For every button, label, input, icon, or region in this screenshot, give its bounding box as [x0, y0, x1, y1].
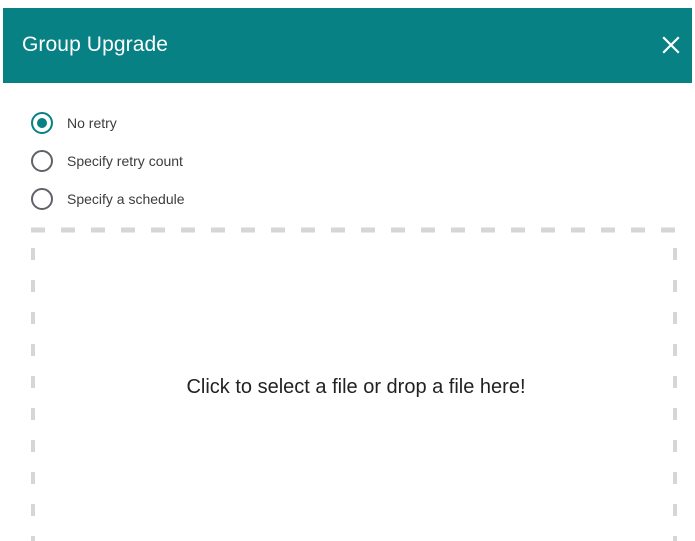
file-dropzone[interactable]: Click to select a file or drop a file he… — [29, 227, 683, 541]
radio-button-unchecked-icon[interactable] — [31, 150, 53, 172]
radio-button-unchecked-icon[interactable] — [31, 188, 53, 210]
radio-option-no-retry[interactable]: No retry — [31, 110, 331, 136]
close-button[interactable] — [661, 35, 681, 55]
radio-label-specify-retry-count: Specify retry count — [67, 153, 183, 169]
radio-label-specify-schedule: Specify a schedule — [67, 191, 185, 207]
radio-option-specify-retry-count[interactable]: Specify retry count — [31, 148, 331, 174]
radio-option-specify-schedule[interactable]: Specify a schedule — [31, 186, 331, 212]
dialog-header: Group Upgrade — [3, 8, 692, 83]
dialog-title: Group Upgrade — [22, 33, 169, 56]
radio-selected-dot — [37, 118, 47, 128]
close-icon — [662, 36, 680, 54]
radio-label-no-retry: No retry — [67, 115, 117, 131]
dropzone-instruction-text: Click to select a file or drop a file he… — [186, 376, 526, 398]
radio-button-checked-icon[interactable] — [31, 112, 53, 134]
group-upgrade-dialog: Group Upgrade No retry Specify retry cou… — [3, 8, 692, 541]
